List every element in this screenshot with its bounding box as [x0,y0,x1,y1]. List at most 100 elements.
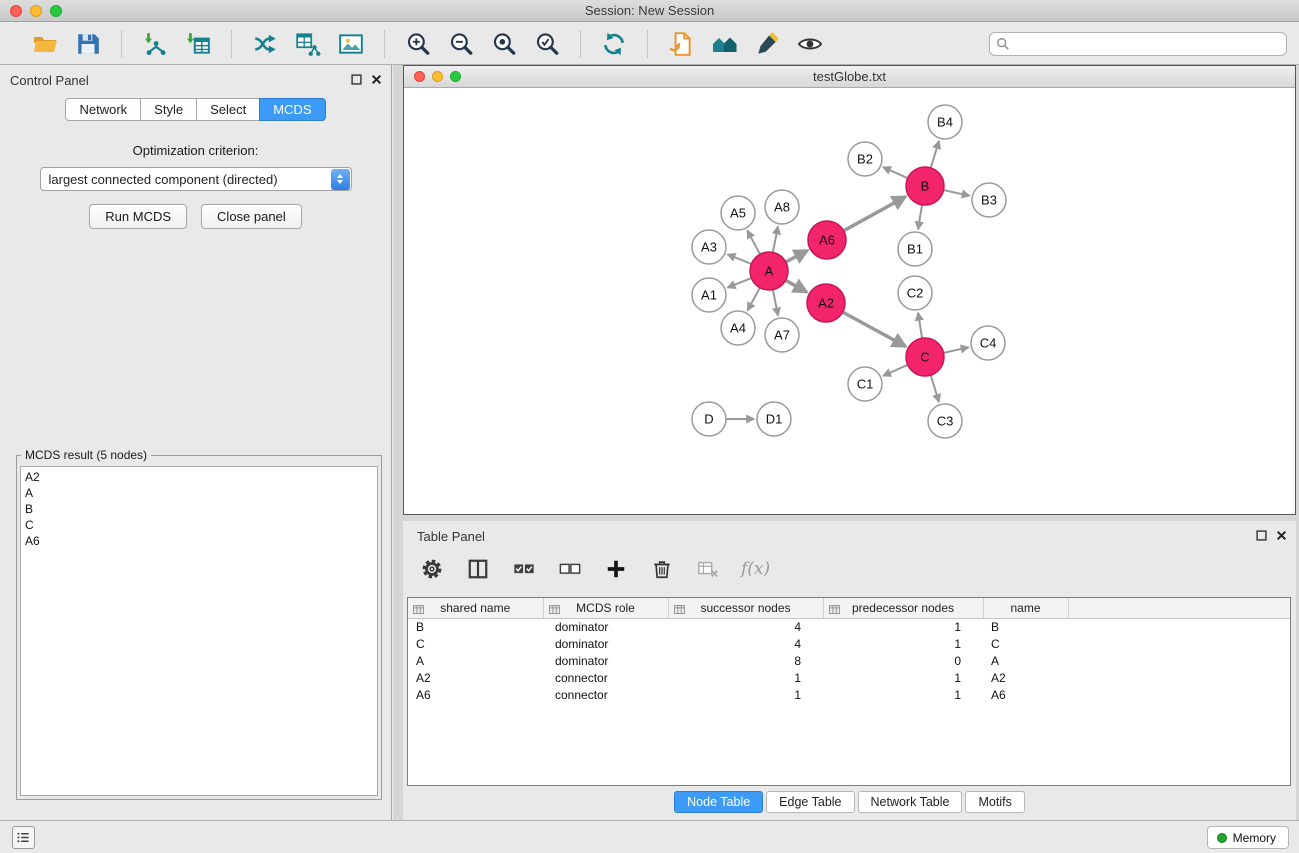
close-panel-icon[interactable] [371,74,382,85]
tab-motifs[interactable]: Motifs [965,791,1024,813]
network-close-button[interactable] [414,71,425,82]
graph-edge-A-A8[interactable] [773,227,778,253]
tab-network-table[interactable]: Network Table [858,791,963,813]
zoom-in-button[interactable] [401,27,435,61]
network-zoom-button[interactable] [450,71,461,82]
tab-network[interactable]: Network [65,98,141,121]
style-pen-button[interactable] [750,27,784,61]
table-cell[interactable]: 1 [668,669,823,686]
graph-node-C[interactable]: C [906,338,944,376]
graph-node-A2[interactable]: A2 [807,284,845,322]
table-cell[interactable]: 1 [823,686,983,703]
table-settings-button[interactable] [419,556,445,582]
graph-edge-A-A6[interactable] [786,250,808,262]
tab-edge-table[interactable]: Edge Table [766,791,854,813]
graph-node-A[interactable]: A [750,252,788,290]
zoom-fit-button[interactable] [487,27,521,61]
column-header-name[interactable]: name [983,598,1068,618]
graph-node-B4[interactable]: B4 [928,105,962,139]
memory-button[interactable]: Memory [1207,826,1289,849]
table-cell[interactable]: 0 [823,652,983,669]
graph-node-C4[interactable]: C4 [971,326,1005,360]
run-mcds-button[interactable]: Run MCDS [89,204,187,229]
mcds-result-item[interactable]: A6 [25,533,373,549]
show-hide-button[interactable] [793,27,827,61]
table-cell[interactable]: C [408,635,543,652]
table-cell[interactable]: connector [543,669,668,686]
graph-node-A7[interactable]: A7 [765,318,799,352]
task-history-button[interactable] [12,826,35,849]
table-cell[interactable]: 8 [668,652,823,669]
graph-edge-A6-B[interactable] [844,197,906,231]
graph-edge-A-A2[interactable] [786,280,807,292]
table-cell[interactable]: B [408,618,543,635]
table-cell[interactable]: A2 [983,669,1068,686]
refresh-button[interactable] [597,27,631,61]
add-column-button[interactable] [603,556,629,582]
zoom-out-button[interactable] [444,27,478,61]
close-table-panel-icon[interactable] [1276,530,1287,541]
graph-node-C3[interactable]: C3 [928,404,962,438]
save-session-button[interactable] [71,27,105,61]
close-button[interactable] [10,5,22,17]
mcds-result-item[interactable]: C [25,517,373,533]
home-views-button[interactable] [707,27,741,61]
select-all-button[interactable] [511,556,537,582]
float-panel-icon[interactable] [351,74,362,85]
table-cell[interactable]: A [408,652,543,669]
mcds-result-item[interactable]: A [25,485,373,501]
table-cell[interactable]: B [983,618,1068,635]
table-cell[interactable]: A2 [408,669,543,686]
column-header-mcds-role[interactable]: MCDS role [543,598,668,618]
deselect-all-button[interactable] [557,556,583,582]
table-cell[interactable]: 1 [823,669,983,686]
tab-style[interactable]: Style [140,98,197,121]
graph-node-B[interactable]: B [906,167,944,205]
minimize-button[interactable] [30,5,42,17]
graph-node-D[interactable]: D [692,402,726,436]
graph-edge-C-C4[interactable] [944,347,969,353]
table-cell[interactable]: 4 [668,635,823,652]
network-graph[interactable]: B4B2BB3A5A8A6B1A3AC2A1A2A4A7C4CC1C3DD1 [404,88,1295,514]
table-cell[interactable]: A [983,652,1068,669]
open-session-button[interactable] [28,27,62,61]
table-cell[interactable]: 1 [668,686,823,703]
table-cell[interactable]: connector [543,686,668,703]
fullscreen-button[interactable] [50,5,62,17]
optimization-criterion-dropdown[interactable]: largest connected component (directed) [40,167,352,191]
mcds-result-item[interactable]: B [25,501,373,517]
float-table-panel-icon[interactable] [1256,530,1267,541]
table-cell[interactable]: 4 [668,618,823,635]
export-image-button[interactable] [334,27,368,61]
graph-edge-B-B3[interactable] [944,190,970,196]
delete-table-button[interactable] [695,556,721,582]
table-cell[interactable]: dominator [543,635,668,652]
graph-node-A6[interactable]: A6 [808,221,846,259]
graph-node-C2[interactable]: C2 [898,276,932,310]
column-header-predecessor-nodes[interactable]: predecessor nodes [823,598,983,618]
graph-node-A1[interactable]: A1 [692,278,726,312]
tab-mcds[interactable]: MCDS [259,98,325,121]
table-row[interactable]: A2connector11A2 [408,669,1290,686]
graph-node-D1[interactable]: D1 [757,402,791,436]
graph-edge-C-C2[interactable] [918,313,922,338]
graph-node-A3[interactable]: A3 [692,230,726,264]
network-arrows-button[interactable] [248,27,282,61]
show-columns-button[interactable] [465,556,491,582]
graph-node-C1[interactable]: C1 [848,367,882,401]
table-row[interactable]: A6connector11A6 [408,686,1290,703]
table-cell[interactable]: dominator [543,652,668,669]
import-table-button[interactable] [181,27,215,61]
tab-node-table[interactable]: Node Table [674,791,763,813]
graph-node-A8[interactable]: A8 [765,190,799,224]
table-cell[interactable]: dominator [543,618,668,635]
zoom-selected-button[interactable] [530,27,564,61]
graph-node-B3[interactable]: B3 [972,183,1006,217]
function-builder-button[interactable]: f(x) [741,559,770,579]
graph-edge-B-B4[interactable] [931,141,939,168]
graph-edge-A-A5[interactable] [747,231,760,255]
mcds-result-item[interactable]: A2 [25,469,373,485]
graph-edge-A-A4[interactable] [748,288,760,311]
tab-select[interactable]: Select [196,98,260,121]
graph-edge-C-C1[interactable] [883,365,908,376]
